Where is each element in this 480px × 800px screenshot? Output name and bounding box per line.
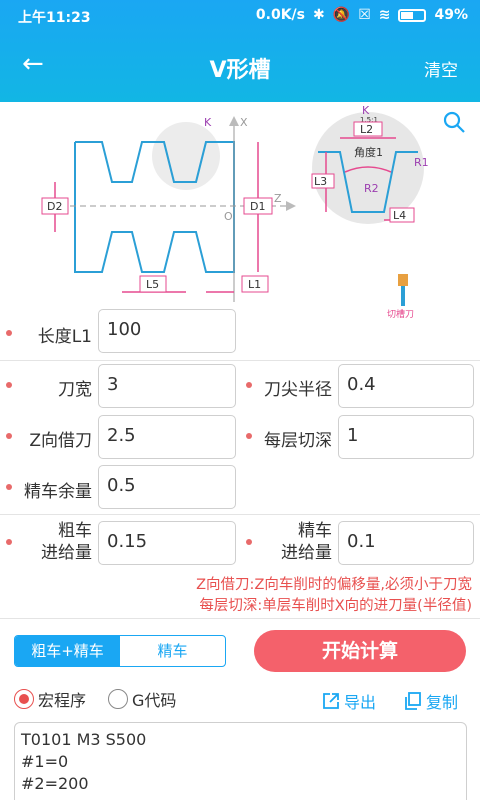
wifi-icon: ≋ [378,7,391,23]
export-icon [323,693,339,709]
label-r1: R1 [414,156,429,169]
divider [0,360,480,361]
detail-circle-left [152,122,220,190]
diagram-svg: K X Z O D1 D2 L5 L1 K 1.5:1 L2 L3 L4 角度1… [41,104,429,320]
status-time: 上午11:23 [18,10,91,26]
divider [0,514,480,515]
export-button[interactable]: 导出 [322,689,376,713]
label-x-axis: X [240,116,248,129]
label-l4: L4 [393,209,406,222]
label-nose-radius: 刀尖半径 [264,380,332,400]
divider [0,618,480,619]
label-k-left: K [204,116,212,129]
label-origin: O [224,210,233,223]
required-dot [246,382,252,388]
required-dot [246,539,252,545]
label-z-axis: Z [274,192,282,205]
label-l1: L1 [248,278,261,291]
mode-finish-tab[interactable]: 精车 [120,636,225,666]
label-rough-feed: 粗车 进给量 [41,521,92,563]
length-l1-input[interactable]: 100 [98,309,236,353]
label-length-l1: 长度L1 [37,327,92,347]
z-offset-input[interactable]: 2.5 [98,415,236,459]
required-dot [246,433,252,439]
status-bar: 上午11:23 0.0K/s ✱ 🔕 ☒ ≋ 49% [0,0,480,32]
page-title: V形槽 [209,58,271,83]
radio-macro[interactable]: 宏程序 [14,687,86,711]
network-speed: 0.0K/s [255,7,306,23]
tool-shank-icon [401,286,405,306]
code-line: T0101 M3 S500 [21,730,147,749]
label-z-offset: Z向借刀 [29,431,92,451]
tool-width-input[interactable]: 3 [98,364,236,408]
hint-cut-depth: 每层切深:单层车削时X向的进刀量(半径值) [199,598,472,614]
label-tool: 切槽刀 [387,308,414,320]
finish-allowance-input[interactable]: 0.5 [98,465,236,509]
copy-icon [405,692,421,710]
label-l3: L3 [314,175,327,188]
mode-rough-finish-tab[interactable]: 粗车+精车 [15,636,120,666]
tool-head-icon [398,274,408,286]
copy-button[interactable]: 复制 [404,689,458,713]
required-dot [6,330,12,336]
bluetooth-icon: ✱ [313,7,325,23]
label-tool-width: 刀宽 [58,380,92,400]
nose-radius-input[interactable]: 0.4 [338,364,474,408]
label-cut-depth: 每层切深 [264,431,332,451]
required-dot [6,484,12,490]
label-angle: 角度1 [354,145,383,159]
code-output-textarea[interactable]: T0101 M3 S500 #1=0 #2=200 [14,722,467,800]
radio-gcode[interactable]: G代码 [108,687,176,711]
rough-feed-input[interactable]: 0.15 [98,521,236,565]
label-l5: L5 [146,278,159,291]
code-line: #1=0 [21,752,69,771]
clear-button[interactable]: 清空 [424,56,458,81]
sim-icon: ☒ [358,7,371,23]
app-bar: 上午11:23 0.0K/s ✱ 🔕 ☒ ≋ 49% ← V形槽 清空 [0,0,480,102]
label-r2: R2 [364,182,379,195]
finish-feed-input[interactable]: 0.1 [338,521,474,565]
zoom-search-icon[interactable] [442,110,465,133]
cut-depth-input[interactable]: 1 [338,415,474,459]
label-finish-feed: 精车 进给量 [281,521,332,563]
label-l2: L2 [360,123,373,136]
status-right: 0.0K/s ✱ 🔕 ☒ ≋ 49% [256,7,468,23]
label-d1: D1 [250,200,265,213]
radio-unselected-icon [108,689,128,709]
radio-selected-icon [14,689,34,709]
mode-segmented-control: 粗车+精车 精车 [14,635,226,667]
mute-icon: 🔕 [332,7,351,23]
battery-percent: 49% [434,7,468,23]
groove-diagram: K X Z O D1 D2 L5 L1 K 1.5:1 L2 L3 L4 角度1… [0,102,480,324]
required-dot [6,539,12,545]
required-dot [6,382,12,388]
code-line: #2=200 [21,774,89,793]
hint-z-offset: Z向借刀:Z向车削时的偏移量,必须小于刀宽 [196,577,472,593]
battery-icon [398,8,427,22]
label-d2: D2 [47,200,62,213]
required-dot [6,433,12,439]
label-finish-allowance: 精车余量 [24,482,92,502]
calculate-button[interactable]: 开始计算 [254,630,466,672]
